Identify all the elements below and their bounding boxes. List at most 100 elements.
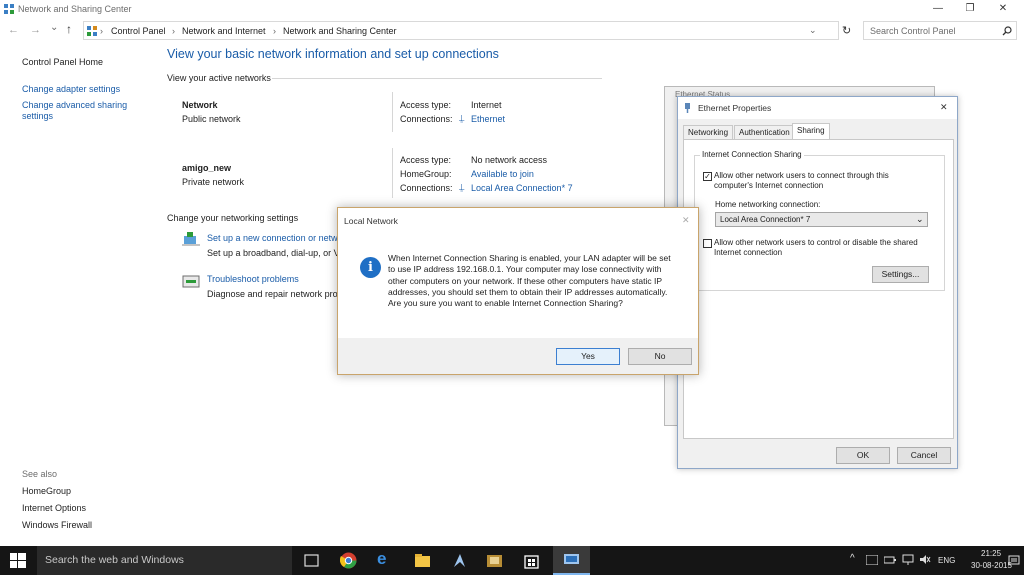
search-icon[interactable]	[1002, 26, 1012, 36]
allow-connect-label: Allow other network users to connect thr…	[714, 171, 889, 190]
notes-icon[interactable]	[486, 552, 503, 569]
active-networks-label: View your active networks	[167, 73, 271, 83]
sidebar-item-home[interactable]: Control Panel Home	[22, 57, 103, 67]
home-networking-select[interactable]: Local Area Connection* 7 ⌄	[715, 212, 928, 227]
breadcrumb-separator: ›	[100, 26, 103, 36]
volume-muted-icon[interactable]	[919, 554, 931, 565]
ethernet-properties-window[interactable]: Ethernet Properties ✕ Networking Authent…	[677, 96, 958, 469]
store-icon[interactable]	[523, 552, 540, 569]
troubleshoot-link[interactable]: Troubleshoot problems	[207, 274, 299, 284]
see-also-label: See also	[22, 469, 58, 479]
home-networking-label: Home networking connection:	[715, 200, 821, 209]
dialog-close-button[interactable]: ✕	[682, 215, 690, 226]
see-also-internet-options[interactable]: Internet Options	[22, 503, 86, 513]
access-type-value: Internet	[471, 100, 502, 110]
allow-control-checkbox[interactable]	[703, 239, 712, 248]
no-button[interactable]: No	[628, 348, 692, 365]
file-explorer-icon[interactable]	[414, 552, 431, 569]
control-panel-icon	[87, 26, 97, 36]
access-type-label: Access type:	[400, 100, 452, 110]
dialog-title: Local Network	[344, 216, 398, 226]
network-type[interactable]: Public network	[182, 114, 241, 124]
windows-start-icon[interactable]	[10, 553, 26, 568]
ok-button[interactable]: OK	[836, 447, 890, 464]
info-icon: i	[360, 257, 381, 278]
window-title: Network and Sharing Center	[18, 4, 132, 14]
dialog-title-bar: Local Network ✕	[338, 208, 698, 233]
search-box[interactable]: Search Control Panel	[863, 21, 1017, 40]
app-icon[interactable]	[451, 552, 468, 569]
taskbar-active-app[interactable]	[553, 546, 590, 575]
ethernet-icon	[685, 103, 690, 113]
tab-networking[interactable]: Networking	[683, 125, 734, 139]
page-title: View your basic network information and …	[167, 47, 499, 61]
breadcrumb-separator: ›	[172, 26, 175, 36]
local-area-connection-link[interactable]: Local Area Connection* 7	[471, 183, 573, 193]
ethernet-link[interactable]: Ethernet	[471, 114, 505, 124]
maximize-button[interactable]: ❐	[955, 0, 985, 18]
access-type-value: No network access	[471, 155, 548, 165]
tray-app-icon[interactable]	[866, 555, 878, 565]
ethernet-icon: ⍊	[459, 113, 465, 123]
network-tray-icon[interactable]	[902, 554, 914, 565]
network-name: Network	[182, 100, 218, 110]
network-name: amigo_new	[182, 163, 232, 173]
chrome-icon[interactable]	[340, 552, 357, 569]
divider	[272, 78, 602, 79]
breadcrumb-separator: ›	[273, 26, 276, 36]
up-button[interactable]: ↑	[66, 22, 72, 36]
allow-connect-checkbox[interactable]: ✓	[703, 172, 712, 181]
minimize-button[interactable]: —	[923, 0, 953, 18]
see-also-homegroup[interactable]: HomeGroup	[22, 486, 71, 496]
ethernet-icon: ⍊	[459, 182, 465, 192]
refresh-button[interactable]: ↻	[842, 24, 851, 37]
setup-connection-desc: Set up a broadband, dial-up, or V	[207, 248, 340, 258]
properties-close-button[interactable]: ✕	[940, 102, 948, 113]
forward-button[interactable]: →	[30, 24, 41, 36]
search-input[interactable]: Search Control Panel	[870, 26, 956, 36]
homegroup-link[interactable]: Available to join	[471, 169, 534, 179]
breadcrumb-control-panel[interactable]: Control Panel	[111, 26, 166, 36]
homegroup-label: HomeGroup:	[400, 169, 452, 179]
breadcrumb-sharing-center[interactable]: Network and Sharing Center	[283, 26, 397, 36]
cancel-button[interactable]: Cancel	[897, 447, 951, 464]
chevron-down-icon: ⌄	[916, 214, 924, 224]
troubleshoot-desc: Diagnose and repair network pro	[207, 289, 338, 299]
see-also-windows-firewall[interactable]: Windows Firewall	[22, 520, 92, 530]
clock-time[interactable]: 21:25	[981, 549, 1001, 558]
sidebar-item-adapter-settings[interactable]: Change adapter settings	[22, 84, 120, 94]
access-type-label: Access type:	[400, 155, 452, 165]
tray-up-arrow[interactable]: ^	[850, 553, 855, 564]
sidebar-item-advanced-sharing[interactable]: Change advanced sharing settings	[22, 100, 147, 122]
notifications-icon[interactable]	[1008, 555, 1020, 566]
setup-connection-link[interactable]: Set up a new connection or netw	[207, 233, 338, 243]
change-settings-label: Change your networking settings	[167, 213, 299, 223]
connections-label: Connections:	[400, 114, 453, 124]
breadcrumb-network-internet[interactable]: Network and Internet	[182, 26, 266, 36]
divider	[392, 148, 393, 198]
address-bar[interactable]: › Control Panel › Network and Internet ›…	[83, 21, 839, 40]
address-dropdown-icon[interactable]: ⌄	[809, 25, 817, 36]
language-indicator[interactable]: ENG	[938, 556, 955, 565]
divider	[392, 92, 393, 132]
properties-title-bar: Ethernet Properties ✕	[678, 97, 957, 119]
tab-authentication[interactable]: Authentication	[734, 125, 795, 139]
home-networking-value: Local Area Connection* 7	[720, 215, 811, 224]
taskbar-search[interactable]: Search the web and Windows	[37, 546, 292, 575]
dialog-body: i When Internet Connection Sharing is en…	[338, 233, 698, 338]
recent-locations-button[interactable]: ⌄	[50, 22, 58, 33]
local-network-dialog[interactable]: Local Network ✕ i When Internet Connecti…	[337, 207, 699, 375]
yes-button[interactable]: Yes	[556, 348, 620, 365]
ics-group-label: Internet Connection Sharing	[700, 150, 804, 159]
back-button[interactable]: ←	[8, 24, 19, 36]
task-view-icon[interactable]	[303, 552, 320, 569]
properties-title: Ethernet Properties	[698, 103, 772, 113]
close-button[interactable]: ✕	[988, 0, 1018, 18]
clock-date[interactable]: 30-08-2015	[971, 561, 1012, 570]
network-center-icon	[4, 4, 14, 14]
settings-button[interactable]: Settings...	[872, 266, 929, 283]
tab-sharing[interactable]: Sharing	[792, 123, 830, 140]
edge-icon[interactable]: e	[377, 549, 386, 569]
battery-icon[interactable]	[884, 555, 896, 565]
network-type[interactable]: Private network	[182, 177, 244, 187]
